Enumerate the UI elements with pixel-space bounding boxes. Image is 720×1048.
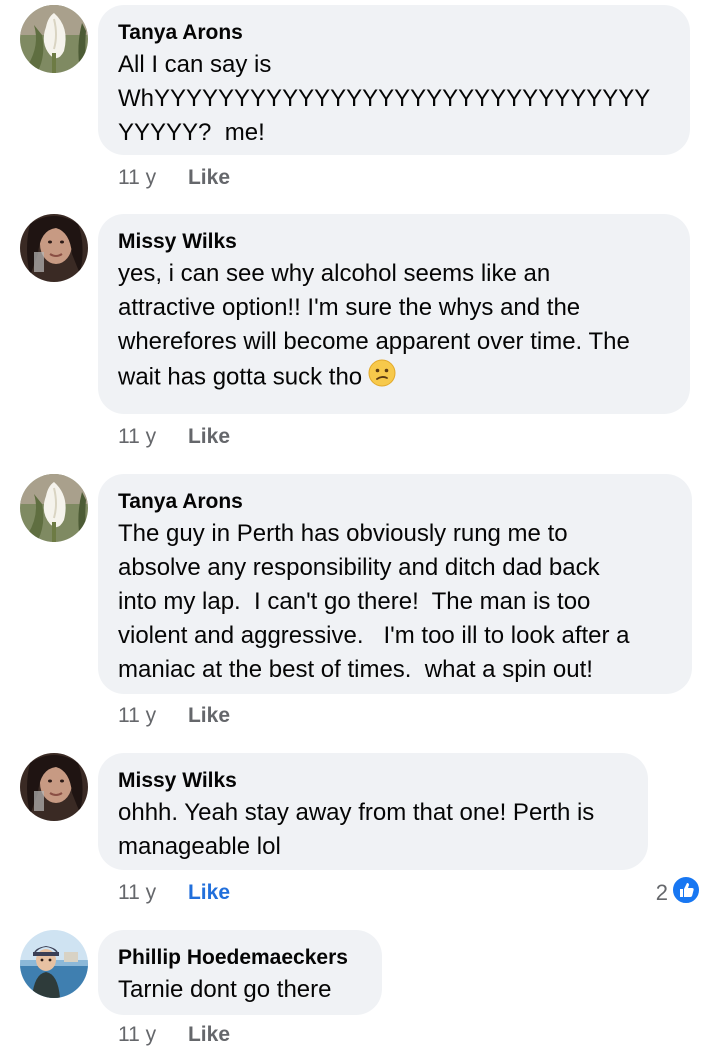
comment-bubble: Phillip Hoedemaeckers Tarnie dont go the… bbox=[98, 930, 382, 1015]
comment-text: All I can say is WhYYYYYYYYYYYYYYYYYYYYY… bbox=[118, 51, 651, 146]
comment-author[interactable]: Missy Wilks bbox=[118, 229, 670, 255]
comment-timestamp[interactable]: 11 y bbox=[118, 424, 156, 450]
reaction-summary[interactable]: 2 bbox=[656, 876, 700, 910]
woman-portrait-avatar-icon[interactable] bbox=[20, 214, 88, 282]
comment-meta: 11 y Like bbox=[118, 1022, 230, 1048]
comment-timestamp[interactable]: 11 y bbox=[118, 165, 156, 191]
comment-timestamp[interactable]: 11 y bbox=[118, 1022, 156, 1048]
comment-timestamp[interactable]: 11 y bbox=[118, 703, 156, 729]
comment-text: Tarnie dont go there bbox=[118, 976, 332, 1003]
woman-portrait-avatar-icon[interactable] bbox=[20, 753, 88, 821]
comment-bubble: Tanya Arons The guy in Perth has obvious… bbox=[98, 474, 692, 694]
white-calla-lily-avatar-icon[interactable] bbox=[20, 474, 88, 542]
reaction-count: 2 bbox=[655, 880, 668, 905]
comment-timestamp[interactable]: 11 y bbox=[118, 880, 156, 906]
comment-bubble: Tanya Arons All I can say is WhYYYYYYYYY… bbox=[98, 5, 690, 155]
confused-face-emoji bbox=[368, 359, 396, 397]
comment-author[interactable]: Tanya Arons bbox=[118, 489, 672, 515]
like-button[interactable]: Like bbox=[188, 424, 230, 450]
thumbs-up-reaction-icon bbox=[672, 876, 700, 910]
comment-author[interactable]: Tanya Arons bbox=[118, 20, 670, 46]
comment-text: ohhh. Yeah stay away from that one! Pert… bbox=[118, 799, 595, 860]
comment-meta: 11 y Like bbox=[118, 165, 230, 191]
like-button[interactable]: Like bbox=[188, 165, 230, 191]
like-button[interactable]: Like bbox=[188, 1022, 230, 1048]
comment-bubble: Missy Wilks yes, i can see why alcohol s… bbox=[98, 214, 690, 414]
child-beach-avatar-icon[interactable] bbox=[20, 930, 88, 998]
like-button[interactable]: Like bbox=[188, 880, 230, 906]
white-calla-lily-avatar-icon[interactable] bbox=[20, 5, 88, 73]
comment-text-wrapper: yes, i can see why alcohol seems like an… bbox=[118, 257, 670, 397]
comment-meta: 11 y Like bbox=[118, 703, 230, 729]
comment-meta: 11 y Like bbox=[118, 424, 230, 450]
comment-meta: 11 y Like bbox=[118, 880, 230, 906]
comment-text: The guy in Perth has obviously rung me t… bbox=[118, 520, 630, 683]
comment-bubble: Missy Wilks ohhh. Yeah stay away from th… bbox=[98, 753, 648, 870]
like-button[interactable]: Like bbox=[188, 703, 230, 729]
comment-author[interactable]: Missy Wilks bbox=[118, 768, 628, 794]
comment-author[interactable]: Phillip Hoedemaeckers bbox=[118, 945, 362, 971]
